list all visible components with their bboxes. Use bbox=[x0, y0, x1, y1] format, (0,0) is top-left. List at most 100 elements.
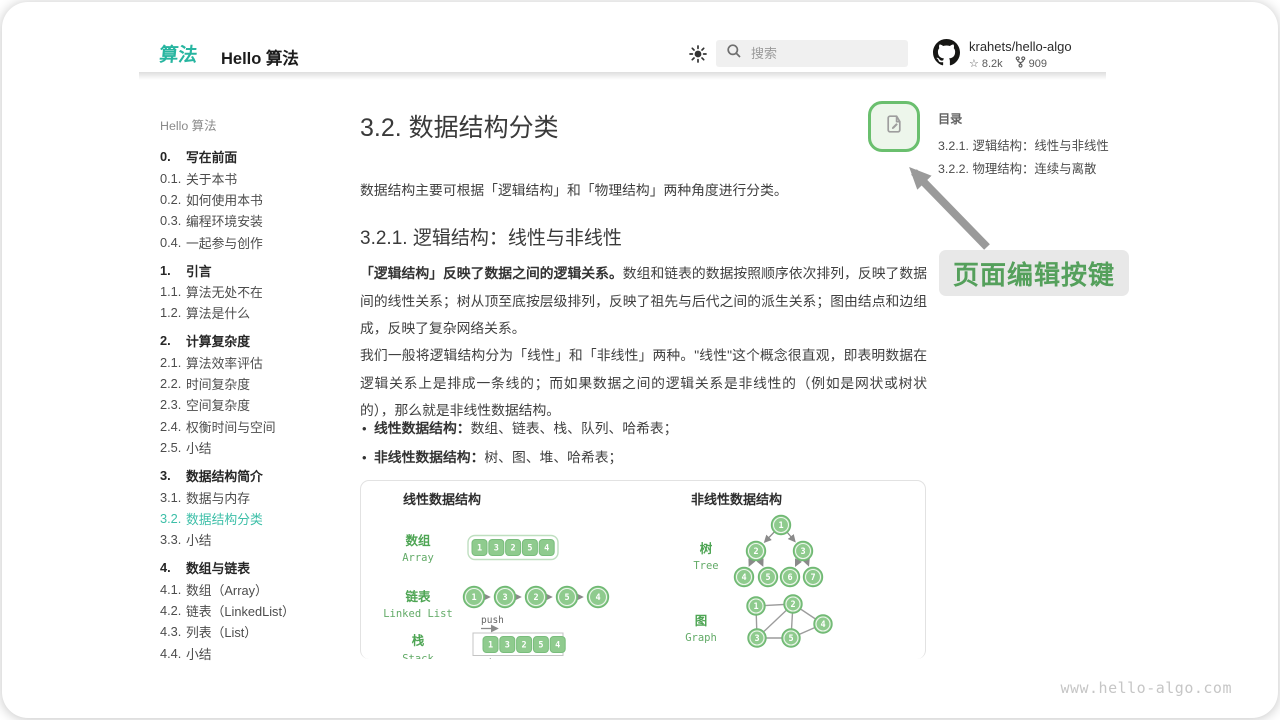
svg-text:Tree: Tree bbox=[693, 560, 718, 572]
svg-text:2: 2 bbox=[790, 600, 795, 610]
repo-stats: ☆ 8.2k 909 bbox=[969, 56, 1072, 71]
toc-item[interactable]: 3.2.2. 物理结构：连续与离散 bbox=[938, 158, 1109, 181]
sidebar-item[interactable]: 2.2.时间复杂度 bbox=[160, 373, 350, 394]
svg-text:4: 4 bbox=[741, 573, 746, 583]
sidebar-item[interactable]: 4.4.小结 bbox=[160, 643, 350, 664]
paragraph: 「逻辑结构」反映了数据之间的逻辑关系。数组和链表的数据按照顺序依次排列，反映了数… bbox=[360, 260, 927, 343]
svg-text:栈: 栈 bbox=[412, 633, 425, 648]
svg-text:5: 5 bbox=[765, 573, 770, 583]
site-title[interactable]: Hello 算法 bbox=[221, 45, 299, 69]
sidebar-item[interactable]: 1.2.算法是什么 bbox=[160, 302, 350, 323]
file-edit-icon bbox=[883, 113, 905, 140]
svg-text:3: 3 bbox=[754, 634, 759, 644]
search-input[interactable] bbox=[751, 46, 881, 61]
data-structures-figure: 线性数据结构非线性数据结构数组Array13254链表Linked List13… bbox=[360, 480, 926, 659]
search-icon bbox=[726, 43, 742, 64]
sidebar-item[interactable]: 0.4.一起参与创作 bbox=[160, 232, 350, 253]
svg-text:3: 3 bbox=[494, 544, 499, 554]
svg-text:4: 4 bbox=[820, 620, 825, 630]
repo-name: krahets/hello-algo bbox=[969, 39, 1072, 54]
svg-text:1: 1 bbox=[488, 641, 493, 651]
svg-text:Graph: Graph bbox=[685, 632, 717, 644]
theme-toggle-sun-icon[interactable] bbox=[688, 44, 708, 64]
bullet-list: • 线性数据结构：数组、链表、栈、队列、哈希表； • 非线性数据结构：树、图、堆… bbox=[360, 414, 927, 472]
svg-text:2: 2 bbox=[522, 641, 527, 651]
svg-text:算法: 算法 bbox=[159, 43, 199, 66]
svg-text:4: 4 bbox=[595, 593, 600, 603]
svg-text:线性数据结构: 线性数据结构 bbox=[403, 492, 481, 507]
svg-text:非线性数据结构: 非线性数据结构 bbox=[691, 492, 782, 507]
sidebar-item[interactable]: 3.1.数据与内存 bbox=[160, 486, 350, 507]
sidebar-item[interactable]: 2.4.权衡时间与空间 bbox=[160, 416, 350, 437]
svg-text:数组: 数组 bbox=[404, 533, 431, 548]
sidebar-item[interactable]: 2.计算复杂度 bbox=[160, 330, 350, 351]
fork-icon bbox=[1015, 56, 1026, 71]
sidebar-item[interactable]: 2.5.小结 bbox=[160, 437, 350, 458]
github-repo-link[interactable]: krahets/hello-algo ☆ 8.2k 909 bbox=[933, 39, 1072, 71]
sidebar-item[interactable]: 1.1.算法无处不在 bbox=[160, 281, 350, 302]
sidebar-item[interactable]: 0.3.编程环境安装 bbox=[160, 210, 350, 231]
svg-text:3: 3 bbox=[505, 641, 510, 651]
sidebar-nav: Hello 算法 0.写在前面0.1.关于本书0.2.如何使用本书0.3.编程环… bbox=[160, 116, 350, 664]
svg-text:Stack: Stack bbox=[402, 653, 434, 659]
sidebar-item[interactable]: 4.3.列表（List） bbox=[160, 621, 350, 642]
svg-text:3: 3 bbox=[800, 547, 805, 557]
bullet-dot: • bbox=[360, 443, 374, 472]
sidebar-item[interactable]: 4.2.链表（LinkedList） bbox=[160, 600, 350, 621]
svg-text:7: 7 bbox=[810, 573, 815, 583]
sidebar-item[interactable]: 0.2.如何使用本书 bbox=[160, 189, 350, 210]
svg-text:1: 1 bbox=[471, 593, 476, 603]
sidebar-item[interactable]: 2.1.算法效率评估 bbox=[160, 352, 350, 373]
site-logo-icon[interactable]: 算法 bbox=[159, 40, 213, 68]
sidebar-item[interactable]: 4.1.数组（Array） bbox=[160, 578, 350, 599]
watermark: www.hello-algo.com bbox=[1060, 679, 1232, 697]
sidebar-item[interactable]: 1.引言 bbox=[160, 259, 350, 280]
svg-text:3: 3 bbox=[502, 593, 507, 603]
annotation-text: 页面编辑按键 bbox=[953, 255, 1115, 292]
star-icon: ☆ bbox=[969, 57, 979, 70]
sidebar-item[interactable]: 0.写在前面 bbox=[160, 146, 350, 167]
sidebar-site-title: Hello 算法 bbox=[160, 116, 350, 134]
svg-text:6: 6 bbox=[787, 573, 792, 583]
svg-text:1: 1 bbox=[778, 521, 783, 531]
annotation-callout: 页面编辑按键 bbox=[939, 250, 1129, 296]
svg-text:2: 2 bbox=[533, 593, 538, 603]
svg-text:图: 图 bbox=[695, 614, 708, 628]
list-item: • 线性数据结构：数组、链表、栈、队列、哈希表； bbox=[360, 414, 927, 443]
star-count: 8.2k bbox=[982, 58, 1003, 70]
sidebar-item[interactable]: 0.1.关于本书 bbox=[160, 167, 350, 188]
section-heading: 3.2.1. 逻辑结构：线性与非线性 bbox=[360, 223, 622, 250]
svg-text:5: 5 bbox=[527, 544, 532, 554]
page-title: 3.2. 数据结构分类 bbox=[360, 108, 559, 144]
bullet-dot: • bbox=[360, 414, 374, 443]
toc-items: 3.2.1. 逻辑结构：线性与非线性3.2.2. 物理结构：连续与离散 bbox=[938, 135, 1109, 180]
svg-text:2: 2 bbox=[753, 547, 758, 557]
svg-text:4: 4 bbox=[544, 544, 549, 554]
svg-text:5: 5 bbox=[538, 641, 543, 651]
github-icon bbox=[933, 39, 960, 71]
sidebar-items: 0.写在前面0.1.关于本书0.2.如何使用本书0.3.编程环境安装0.4.一起… bbox=[160, 146, 350, 664]
svg-text:Array: Array bbox=[402, 552, 434, 564]
page-card: 算法 Hello 算法 krahets/hel bbox=[2, 2, 1278, 718]
svg-text:5: 5 bbox=[788, 634, 793, 644]
svg-text:1: 1 bbox=[753, 602, 758, 612]
intro-paragraph: 数据结构主要可根据「逻辑结构」和「物理结构」两种角度进行分类。 bbox=[360, 179, 788, 199]
page-edit-button[interactable] bbox=[868, 101, 920, 152]
svg-text:链表: 链表 bbox=[405, 589, 431, 604]
sidebar-item-active[interactable]: 3.2.数据结构分类 bbox=[160, 508, 350, 529]
search-box[interactable] bbox=[716, 40, 908, 67]
toc-title: 目录 bbox=[938, 109, 1109, 127]
sidebar-item[interactable]: 2.3.空间复杂度 bbox=[160, 394, 350, 415]
svg-text:1: 1 bbox=[477, 544, 482, 554]
list-item: • 非线性数据结构：树、图、堆、哈希表； bbox=[360, 443, 927, 472]
toc-panel: 目录 3.2.1. 逻辑结构：线性与非线性3.2.2. 物理结构：连续与离散 bbox=[938, 109, 1109, 180]
toc-item[interactable]: 3.2.1. 逻辑结构：线性与非线性 bbox=[938, 135, 1109, 158]
sidebar-item[interactable]: 3.3.小结 bbox=[160, 529, 350, 550]
header-divider bbox=[139, 72, 1106, 80]
svg-text:树: 树 bbox=[700, 541, 713, 556]
sidebar-item[interactable]: 4.数组与链表 bbox=[160, 557, 350, 578]
svg-text:2: 2 bbox=[511, 544, 516, 554]
svg-text:4: 4 bbox=[555, 641, 560, 651]
sidebar-item[interactable]: 3.数据结构简介 bbox=[160, 465, 350, 486]
svg-text:push: push bbox=[481, 615, 504, 626]
